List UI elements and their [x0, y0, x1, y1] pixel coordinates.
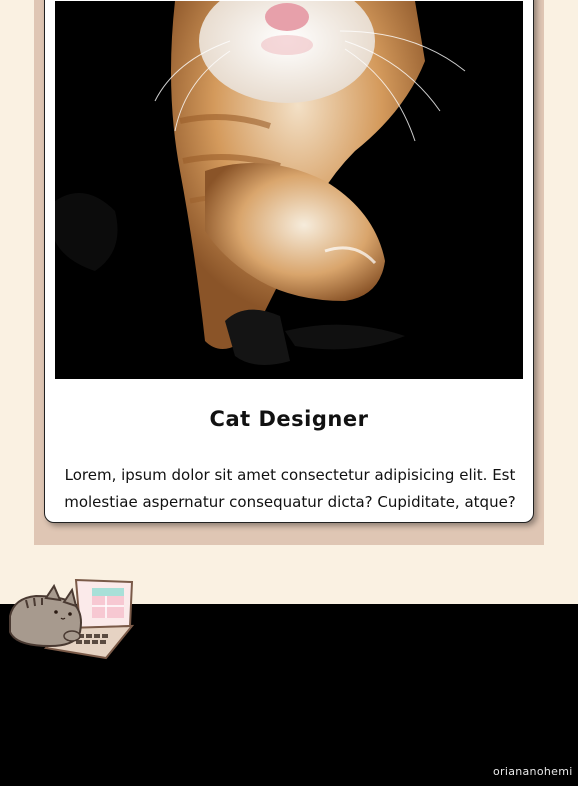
profile-card: Cat Designer Lorem, ipsum dolor sit amet… [44, 0, 534, 523]
footer-credit: oriananohemi [493, 765, 573, 778]
card-title: Cat Designer [209, 407, 369, 431]
cat-laptop-icon [6, 576, 138, 660]
cat-photo [55, 1, 523, 379]
card-description: Lorem, ipsum dolor sit amet consectetur … [64, 466, 516, 511]
page: Cat Designer Lorem, ipsum dolor sit amet… [0, 0, 578, 786]
